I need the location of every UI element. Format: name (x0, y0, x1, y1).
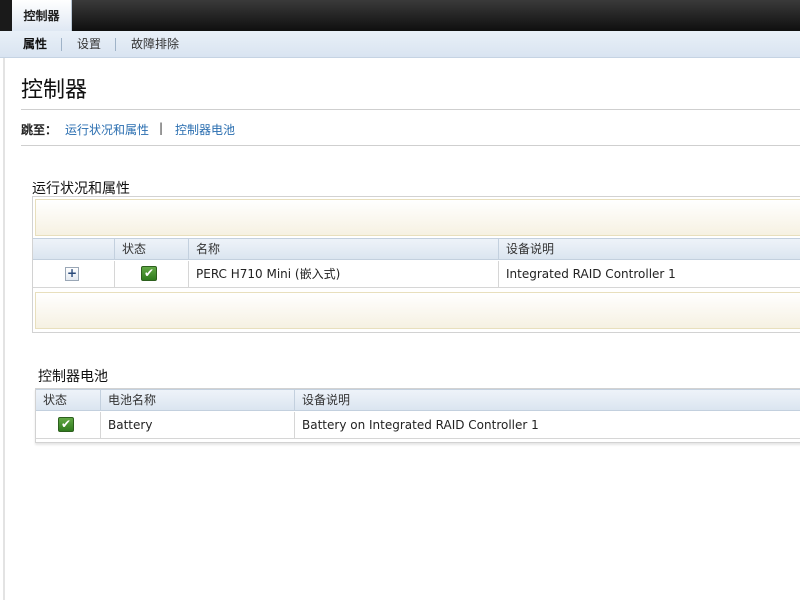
jump-link-battery[interactable]: 控制器电池 (175, 121, 235, 138)
description-column-header[interactable]: 设备说明 (294, 390, 800, 411)
battery-table-header: 状态 电池名称 设备说明 (36, 389, 800, 411)
subnav-properties[interactable]: 属性 (23, 31, 47, 58)
expand-column-header (33, 239, 114, 260)
health-section-title: 运行状况和属性 (32, 181, 130, 197)
tab-controller[interactable]: 控制器 (12, 0, 72, 31)
table-row: ✔ Battery Battery on Integrated RAID Con… (36, 412, 800, 439)
subnav-settings[interactable]: 设置 (77, 31, 101, 58)
status-cell: ✔ (36, 412, 100, 439)
battery-section-title: 控制器电池 (38, 369, 108, 385)
check-icon: ✔ (141, 266, 157, 281)
subnav-divider (61, 38, 62, 51)
subnav-divider (115, 38, 116, 51)
controller-description: Integrated RAID Controller 1 (498, 261, 800, 288)
jump-link-health[interactable]: 运行状况和属性 (65, 121, 149, 138)
health-table: 状态 名称 设备说明 + ✔ PERC H710 Mini (嵌入式) Inte… (32, 196, 800, 333)
top-tab-bar: 控制器 (0, 0, 800, 31)
battery-name: Battery (100, 412, 294, 439)
status-column-header[interactable]: 状态 (36, 390, 100, 411)
battery-description: Battery on Integrated RAID Controller 1 (294, 412, 800, 439)
jump-to-label: 跳至： (21, 123, 58, 137)
battery-table: 状态 电池名称 设备说明 ✔ Battery Battery on Integr… (35, 388, 800, 443)
description-column-header[interactable]: 设备说明 (498, 239, 800, 260)
check-icon: ✔ (58, 417, 74, 432)
name-column-header[interactable]: 名称 (188, 239, 498, 260)
page-title: 控制器 (21, 78, 88, 103)
divider (21, 109, 800, 110)
subnav-troubleshooting[interactable]: 故障排除 (131, 31, 179, 58)
status-column-header[interactable]: 状态 (114, 239, 188, 260)
controller-name: PERC H710 Mini (嵌入式) (188, 261, 498, 288)
table-row: + ✔ PERC H710 Mini (嵌入式) Integrated RAID… (33, 261, 800, 288)
status-cell: ✔ (114, 261, 188, 288)
divider (21, 145, 800, 146)
tab-bar-edge (0, 0, 12, 31)
health-table-header: 状态 名称 设备说明 (33, 238, 800, 260)
sub-navigation: 属性 设置 故障排除 (0, 31, 800, 58)
content-frame-edge (3, 58, 5, 600)
plus-icon[interactable]: + (65, 267, 79, 281)
table-toolbar-bottom (35, 292, 800, 329)
battery-name-column-header[interactable]: 电池名称 (100, 390, 294, 411)
table-toolbar-top (35, 199, 800, 236)
jump-separator: | (159, 121, 164, 135)
expand-cell: + (33, 261, 114, 288)
